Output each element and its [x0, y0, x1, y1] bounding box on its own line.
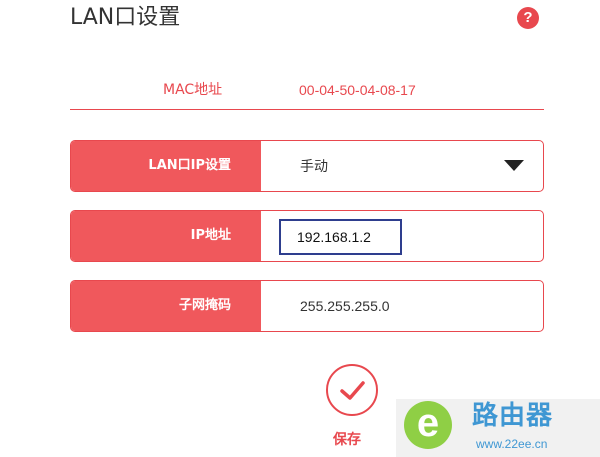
ip-address-label: IP地址 — [71, 211, 261, 261]
ip-address-input[interactable]: 192.168.1.2 — [279, 219, 402, 255]
subnet-mask-input[interactable]: 255.255.255.0 — [300, 281, 390, 331]
subnet-mask-label: 子网掩码 — [71, 281, 261, 331]
mac-divider — [70, 109, 544, 110]
lan-ip-mode-label: LAN口IP设置 — [71, 141, 261, 191]
mac-address-value: 00-04-50-04-08-17 — [299, 82, 416, 98]
site-watermark: e 路由器 www.22ee.cn — [396, 399, 600, 457]
watermark-logo-icon: e — [404, 401, 452, 449]
mac-address-label: MAC地址 — [163, 82, 223, 98]
save-circle[interactable] — [326, 364, 378, 416]
dropdown-caret-icon[interactable] — [504, 160, 524, 171]
checkmark-icon — [340, 381, 365, 400]
page-title: LAN口设置 — [70, 5, 181, 30]
watermark-url: www.22ee.cn — [476, 437, 548, 451]
watermark-title: 路由器 — [472, 401, 554, 431]
save-label[interactable]: 保存 — [333, 430, 361, 450]
ip-address-row: IP地址 192.168.1.2 — [70, 210, 544, 262]
lan-ip-mode-select[interactable]: LAN口IP设置 手动 — [70, 140, 544, 192]
lan-ip-mode-value[interactable]: 手动 — [300, 141, 328, 191]
subnet-mask-row: 子网掩码 255.255.255.0 — [70, 280, 544, 332]
save-button[interactable] — [326, 364, 378, 416]
help-icon[interactable]: ? — [517, 7, 539, 29]
